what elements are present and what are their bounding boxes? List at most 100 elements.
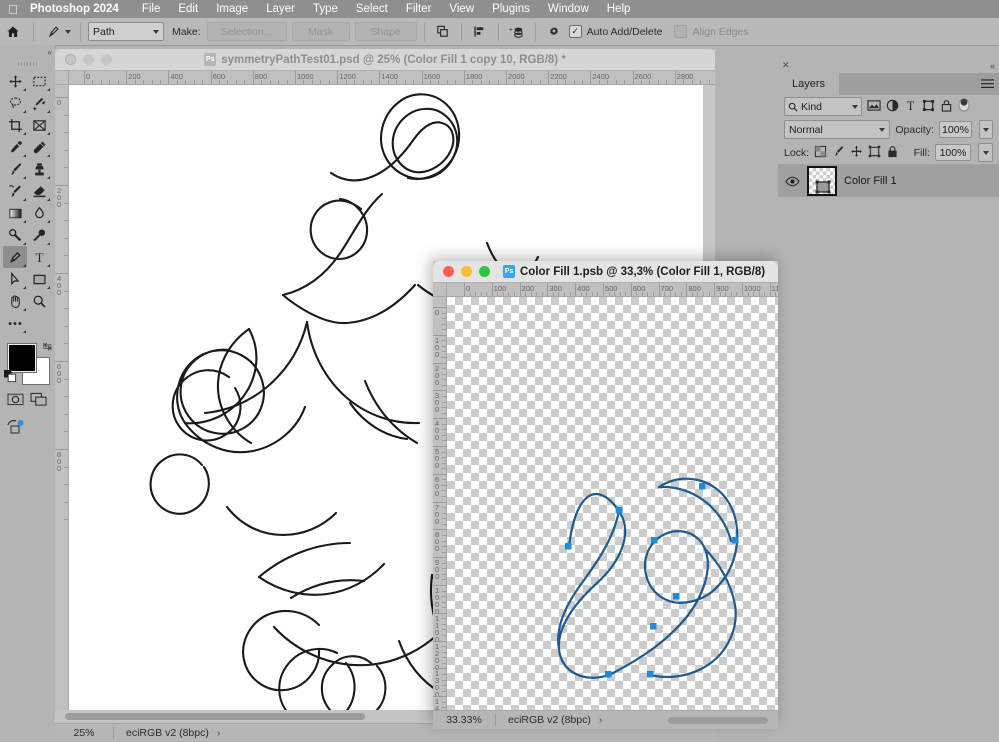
collapse-panel-icon[interactable]: «	[990, 61, 995, 71]
menu-item-plugins[interactable]: Plugins	[483, 0, 539, 18]
chevron-down-icon[interactable]	[65, 29, 71, 34]
tools-drag-handle[interactable]	[0, 59, 55, 68]
marquee-tool[interactable]	[27, 70, 51, 92]
filter-toggle-icon[interactable]	[958, 97, 970, 116]
filter-pixel-icon[interactable]	[867, 99, 881, 115]
gradient-tool[interactable]	[3, 202, 27, 224]
history-brush-tool[interactable]	[3, 180, 27, 202]
opacity-stepper[interactable]	[979, 120, 993, 139]
frame-tool[interactable]	[27, 114, 51, 136]
path-arrangement-icon[interactable]: +	[506, 22, 528, 42]
menu-item-file[interactable]: File	[133, 0, 170, 18]
lock-image-icon[interactable]	[832, 145, 845, 161]
gear-icon[interactable]	[543, 22, 565, 42]
active-tool-preset[interactable]	[41, 24, 73, 39]
brush-tool[interactable]	[3, 158, 27, 180]
menu-item-filter[interactable]: Filter	[397, 0, 441, 18]
burn-tool[interactable]	[27, 224, 51, 246]
make-shape-button[interactable]: Shape	[354, 22, 417, 41]
fill-value[interactable]: 100%	[935, 144, 971, 161]
sub-canvas[interactable]	[446, 297, 778, 710]
filter-type-icon[interactable]: T	[904, 99, 917, 115]
menu-item-help[interactable]: Help	[598, 0, 640, 18]
filter-shape-icon[interactable]	[922, 99, 935, 115]
sub-window-titlebar[interactable]: Ps Color Fill 1.psb @ 33,3% (Color Fill …	[433, 261, 778, 283]
blur-tool[interactable]	[27, 202, 51, 224]
main-status-expand-icon[interactable]: ›	[209, 727, 229, 739]
blend-mode-select[interactable]: Normal	[784, 120, 891, 139]
main-hscroll-thumb[interactable]	[65, 713, 365, 720]
menu-item-type[interactable]: Type	[304, 0, 347, 18]
minimize-button[interactable]	[461, 266, 472, 277]
path-alignment-icon[interactable]	[469, 22, 491, 42]
lock-position-icon[interactable]	[850, 145, 863, 161]
main-window-titlebar[interactable]: Ps symmetryPathTest01.psd @ 25% (Color F…	[55, 49, 715, 71]
main-ruler-corner[interactable]	[55, 71, 69, 85]
filter-kind-select[interactable]: Kind	[784, 97, 862, 116]
screen-mode-icon[interactable]	[30, 392, 49, 410]
menu-item-photoshop[interactable]: Photoshop 2024	[26, 0, 133, 18]
layer-thumbnail[interactable]	[807, 166, 837, 196]
menu-item-window[interactable]: Window	[539, 0, 598, 18]
make-selection-button[interactable]: Selection...	[206, 22, 287, 41]
filter-smart-object-icon[interactable]	[940, 99, 953, 115]
edit-toolbar-tool[interactable]	[3, 312, 27, 334]
document-window-sub[interactable]: Ps Color Fill 1.psb @ 33,3% (Color Fill …	[433, 261, 778, 729]
menu-item-select[interactable]: Select	[347, 0, 397, 18]
zoom-button[interactable]	[101, 54, 112, 65]
make-mask-button[interactable]: Mask	[291, 22, 350, 41]
crop-tool[interactable]	[3, 114, 27, 136]
close-button[interactable]	[443, 266, 454, 277]
zoom-button[interactable]	[479, 266, 490, 277]
home-icon[interactable]	[0, 25, 26, 39]
lock-all-icon[interactable]	[886, 145, 899, 161]
fill-stepper[interactable]	[978, 143, 993, 162]
tab-layers[interactable]: Layers	[778, 73, 840, 95]
healing-brush-tool[interactable]	[27, 136, 51, 158]
move-tool[interactable]	[3, 70, 27, 92]
clone-stamp-tool[interactable]	[27, 158, 51, 180]
lock-artboard-icon[interactable]	[868, 145, 881, 161]
share-icon[interactable]	[6, 417, 26, 438]
sub-zoom-level[interactable]: 33.33%	[433, 714, 495, 726]
sub-horizontal-ruler[interactable]: 010020030040050060070080090010001100	[446, 283, 778, 297]
sub-vertical-ruler[interactable]: 0 100 200 300 400 500 600 700 800 900 1000 1100 1200…	[433, 297, 447, 710]
menu-item-layer[interactable]: Layer	[257, 0, 304, 18]
close-icon[interactable]: ✕	[782, 60, 790, 71]
filter-adjustment-icon[interactable]	[886, 99, 899, 115]
sub-status-expand-icon[interactable]: ›	[591, 714, 611, 726]
minimize-button[interactable]	[83, 54, 94, 65]
swap-colors-icon[interactable]: ↹	[43, 342, 52, 353]
align-edges-checkbox[interactable]: ✓	[674, 25, 688, 38]
main-vertical-ruler[interactable]: 0 200 400 600 800	[55, 85, 69, 710]
eraser-tool[interactable]	[27, 180, 51, 202]
lock-transparency-icon[interactable]	[814, 145, 827, 161]
main-zoom-level[interactable]: 25%	[55, 727, 113, 739]
auto-add-delete-checkbox[interactable]: ✓	[568, 25, 582, 38]
menu-item-image[interactable]: Image	[207, 0, 257, 18]
sub-ruler-corner[interactable]	[433, 283, 447, 297]
sub-hscroll-thumb[interactable]	[668, 716, 768, 724]
hand-tool[interactable]	[3, 290, 27, 312]
type-tool[interactable]: T	[27, 246, 51, 268]
opacity-value[interactable]: 100%	[938, 121, 973, 138]
layer-visibility-icon[interactable]	[784, 176, 800, 187]
rectangle-tool[interactable]	[27, 268, 51, 290]
quick-mask-icon[interactable]	[6, 392, 24, 410]
menu-item-edit[interactable]: Edit	[169, 0, 207, 18]
close-button[interactable]	[65, 54, 76, 65]
panel-menu-icon[interactable]	[981, 79, 994, 92]
quick-selection-tool[interactable]	[27, 92, 51, 114]
default-colors-icon[interactable]	[4, 370, 17, 386]
menu-item-view[interactable]: View	[440, 0, 483, 18]
pen-tool[interactable]	[3, 246, 27, 268]
path-selection-tool[interactable]	[3, 268, 27, 290]
layer-row-color-fill-1[interactable]: Color Fill 1	[778, 165, 999, 197]
main-horizontal-ruler[interactable]: 0 200 400 600 800 1000 1200 1400 1600 1800 2000 220…	[68, 71, 715, 85]
foreground-color-swatch[interactable]	[8, 344, 36, 372]
dodge-tool[interactable]	[3, 224, 27, 246]
eyedropper-tool[interactable]	[3, 136, 27, 158]
apple-logo-icon[interactable]: 	[0, 0, 26, 18]
tool-mode-select[interactable]: Path	[88, 22, 164, 41]
path-operations-icon[interactable]	[432, 22, 454, 42]
